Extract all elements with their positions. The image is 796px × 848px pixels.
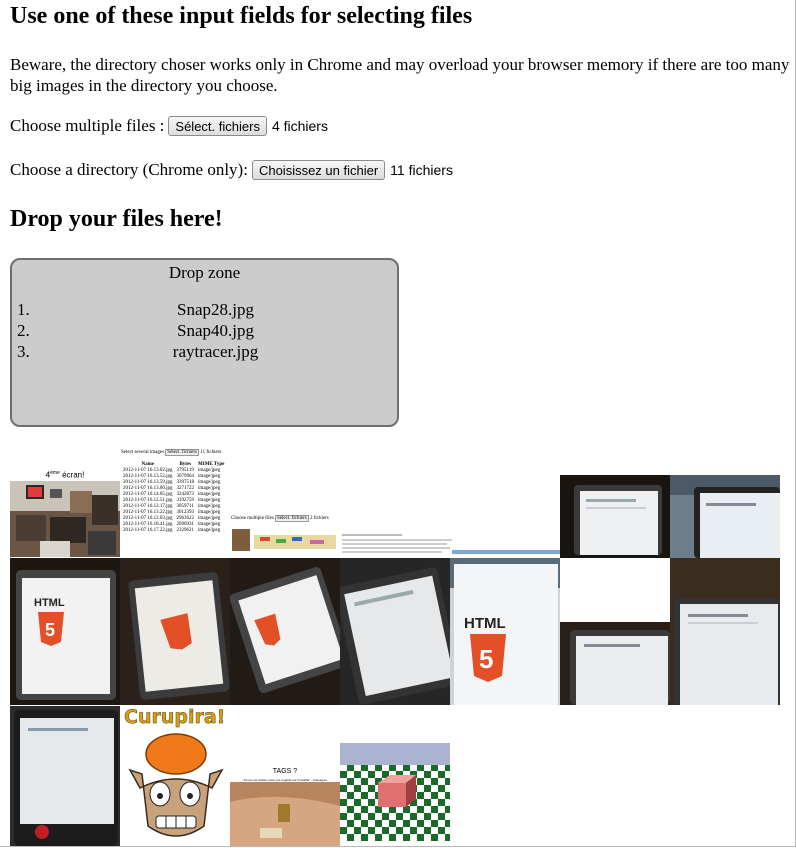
thumbnail-screenshot-strip [340, 530, 560, 558]
thumbnail-html5-tablet-1: HTML 5 [10, 558, 120, 705]
tags-title: TAGS ? [272, 768, 298, 775]
dropped-file-list: Snap28.jpg Snap40.jpg raytracer.jpg [12, 299, 397, 362]
thumbnail-tablet-c [560, 622, 670, 705]
list-item: Snap40.jpg [34, 320, 397, 341]
list-item: Snap28.jpg [34, 299, 397, 320]
warning-text: Beware, the directory choser works only … [10, 55, 790, 95]
page-title: Use one of these input fields for select… [10, 3, 473, 29]
table-row: 2012-11-07 16.17.22.jpg 2329621 image/jpeg [121, 528, 226, 534]
thumbnail-html5-screen: HTML 5 [450, 558, 560, 705]
svg-text:5: 5 [45, 620, 55, 640]
thumbnail-caption: 4ème écran! [45, 470, 85, 480]
table-top-row: Select several images Sélect. fichiers 1… [121, 449, 222, 456]
multi-file-row: Choose multiple files : Sélect. fichiers… [10, 116, 328, 136]
living-room-photo [10, 481, 120, 557]
choose-preview [232, 529, 336, 551]
thumbnail-tablet-a [560, 475, 670, 558]
directory-label: Choose a directory (Chrome only): [10, 160, 248, 179]
tablet-photo [10, 706, 120, 846]
hand-photo [230, 782, 340, 846]
choose-row: Choose multiple files Sélect. fichiers 2… [231, 515, 329, 522]
curupira-face [128, 733, 224, 837]
svg-text:HTML: HTML [34, 597, 65, 609]
thumbnail-tablet-d [670, 558, 780, 705]
directory-file-count: 11 fichiers [390, 162, 453, 178]
tablet-photo [120, 558, 230, 705]
file-table: Name Bytes MIME Type 2012-11-07 16.13.02… [121, 462, 226, 534]
thumbnail-tags: TAGS ? "Ce qui est visible ouvre nos reg… [230, 766, 340, 846]
svg-text:5: 5 [479, 644, 493, 674]
thumbnail-tablet-b [670, 475, 780, 558]
multi-file-label: Choose multiple files : [10, 116, 165, 135]
tablet-photo: HTML 5 [450, 558, 560, 705]
table-cell: image/jpeg [198, 528, 221, 533]
raytracer-render [340, 743, 450, 846]
thumbnail-choose-files: Choose multiple files Sélect. fichiers 2… [230, 512, 340, 558]
select-files-button[interactable]: Sélect. fichiers [168, 116, 267, 136]
tablet-photo [560, 622, 670, 705]
multi-file-count: 4 fichiers [271, 118, 328, 134]
thumbnail-file-table: Select several images Sélect. fichiers 1… [120, 447, 230, 559]
drop-zone-title: Drop zone [168, 263, 241, 282]
thumbnail-tablet-record [10, 706, 120, 846]
drop-zone[interactable]: Drop zone Snap28.jpg Snap40.jpg raytrace… [10, 258, 399, 427]
curupira-title: Curupira! [124, 706, 226, 728]
tablet-photo: HTML 5 [10, 558, 120, 705]
thumbnail-tablet-browser [340, 558, 450, 705]
tablet-photo [670, 558, 780, 705]
tablet-photo [340, 558, 450, 705]
tablet-photo [670, 475, 780, 558]
table-cell: 2329621 [176, 528, 195, 533]
table-cell: 2012-11-07 16.17.22.jpg [123, 528, 173, 533]
thumbnail-living-room: 4ème écran! [10, 470, 120, 557]
strip-preview [342, 534, 560, 554]
thumbnail-curupira: Curupira! [120, 706, 230, 846]
svg-text:HTML: HTML [464, 615, 506, 632]
thumbnail-html5-tablet-3 [230, 558, 340, 705]
tablet-photo [230, 558, 340, 705]
thumbnail-raytracer [340, 743, 450, 846]
list-item: raytracer.jpg [34, 341, 397, 362]
drop-heading: Drop your files here! [10, 206, 223, 232]
choose-directory-button[interactable]: Choisissez un fichier [251, 160, 386, 180]
directory-row: Choose a directory (Chrome only): Choisi… [10, 160, 453, 180]
tablet-photo [560, 475, 670, 558]
thumbnail-html5-tablet-2 [120, 558, 230, 705]
